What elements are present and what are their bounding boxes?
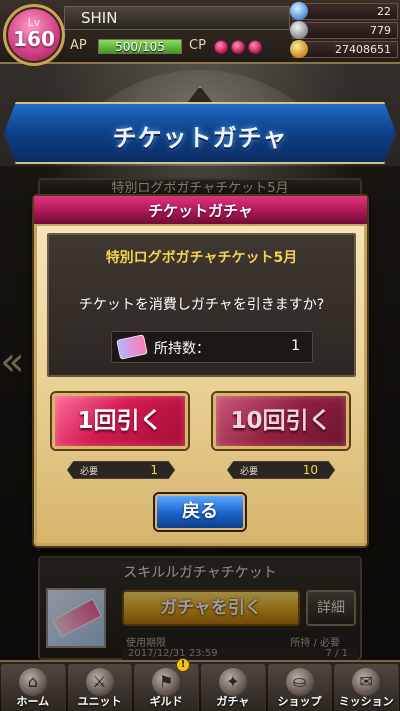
gold-count: 27408651 [335,43,391,56]
dialog-header: チケットガチャ [34,196,367,226]
owned-count: 1 [291,338,300,354]
gem-count: 22 [377,5,391,18]
draw-ten-button[interactable]: 10回引く [213,393,349,449]
draw-once-required-count: 1 [150,463,158,477]
confirm-message: チケットを消費しガチャを引きますか? [78,297,325,313]
ap-bar: 500/105 [98,39,182,54]
banner-title: チケットガチャ [112,124,288,152]
draw-once-button[interactable]: 1回引く [52,393,188,449]
nav-guild[interactable]: ! ⚑ ギルド [134,658,200,711]
nav-mission[interactable]: ✉ ミッション [334,664,400,711]
gacha-icon: ✦ [218,668,247,696]
required-label: 必要 [80,467,99,477]
cp-label: CP [189,38,206,53]
owned-count-box: 所持数： 1 [111,331,313,363]
unit-icon: ⚔ [85,668,114,696]
alert-badge: ! [176,658,191,672]
shop-icon: ⛀ [285,668,314,696]
draw-ten-required-count: 10 [302,463,318,477]
level-badge[interactable]: Lv 160 [3,4,65,66]
gacha-banner: チケットガチャ [4,102,396,164]
currency-gems[interactable]: 22 [290,2,398,20]
ap-value: 500/105 [115,40,165,54]
dialog-title: チケットガチャ [148,202,253,220]
cp-point-icon [248,40,262,54]
nav-gacha-label: ガチャ [216,695,250,708]
nav-unit-label: ユニット [77,695,122,708]
status-bar: Lv 160 SHIN AP 500/105 CP 22 779 2740865… [0,0,400,66]
nav-home[interactable]: ⌂ ホーム [1,664,66,711]
back-button[interactable]: 戻る [155,494,245,530]
gold-coin-icon [290,40,308,58]
level-value: 160 [13,27,55,51]
ticket-gacha-dialog: チケットガチャ 特別ログボガチャチケット5月 チケットを消費しガチャを引きますか… [34,196,367,546]
player-name: SHIN [64,6,290,30]
nav-home-label: ホーム [16,695,50,708]
cp-points [214,40,262,54]
currency-gold[interactable]: 27408651 [290,40,398,58]
guild-icon: ⚑ [152,668,181,696]
silver-count: 779 [370,24,391,37]
nav-mission-label: ミッション [338,695,394,708]
gem-icon [290,2,308,20]
draw-once-requirement: 必要 1 [67,461,175,479]
ap-label: AP [70,38,87,53]
ticket-icon [116,334,148,360]
cp-point-icon [214,40,228,54]
cp-point-icon [231,40,245,54]
home-icon: ⌂ [18,668,47,696]
draw-ten-requirement: 必要 10 [227,461,335,479]
nav-guild-label: ギルド [149,695,183,708]
ticket-name: 特別ログボガチャチケット5月 [105,250,298,266]
nav-unit[interactable]: ⚔ ユニット [67,664,133,711]
nav-shop-label: ショップ [277,695,322,708]
currency-silver[interactable]: 779 [290,21,398,39]
silver-coin-icon [290,21,308,39]
mission-icon: ✉ [352,668,381,696]
owned-label: 所持数： [154,341,210,357]
dialog-info-panel: 特別ログボガチャチケット5月 チケットを消費しガチャを引きますか? 所持数： 1 [47,233,356,377]
bottom-nav: ⌂ ホーム ⚔ ユニット ! ⚑ ギルド ✦ ガチャ ⛀ ショップ ✉ ミッショ… [0,658,400,711]
required-label: 必要 [240,467,259,477]
nav-gacha[interactable]: ✦ ガチャ [201,664,266,711]
nav-shop[interactable]: ⛀ ショップ [267,664,333,711]
